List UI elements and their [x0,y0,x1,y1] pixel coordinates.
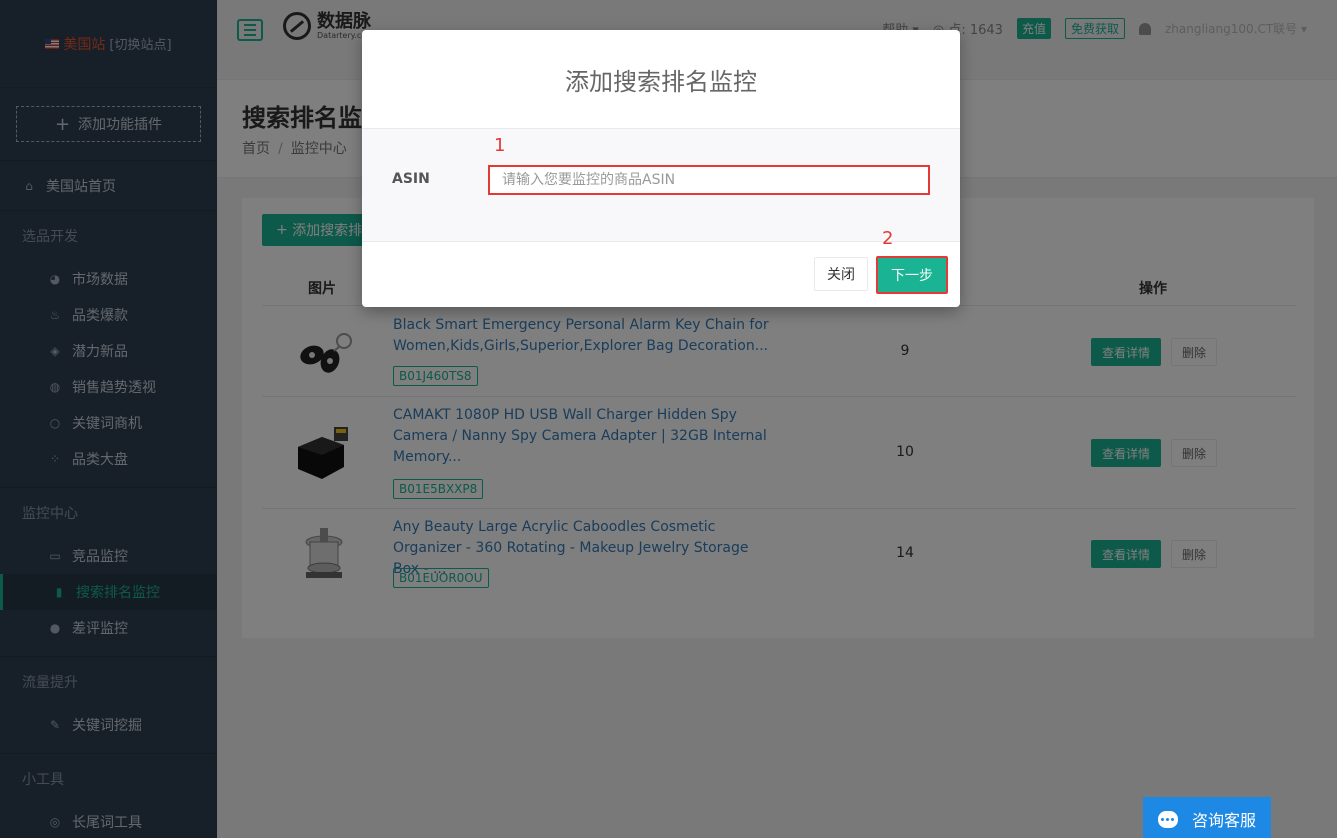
annotation-2: 2 [882,228,894,249]
asin-input[interactable] [488,165,930,195]
modal-title: 添加搜索排名监控 [565,67,757,96]
modal-body: 1 ASIN [362,128,960,242]
close-button[interactable]: 关闭 [814,257,868,291]
chat-bubble-icon [1157,810,1178,828]
add-rank-monitor-modal: 添加搜索排名监控 1 ASIN 2 关闭 下一步 [362,30,960,307]
asin-label: ASIN [392,171,430,187]
customer-service-button[interactable]: 咨询客服 [1143,797,1271,838]
next-step-button[interactable]: 下一步 [876,256,948,294]
customer-service-label: 咨询客服 [1191,811,1256,830]
annotation-1: 1 [494,135,506,156]
